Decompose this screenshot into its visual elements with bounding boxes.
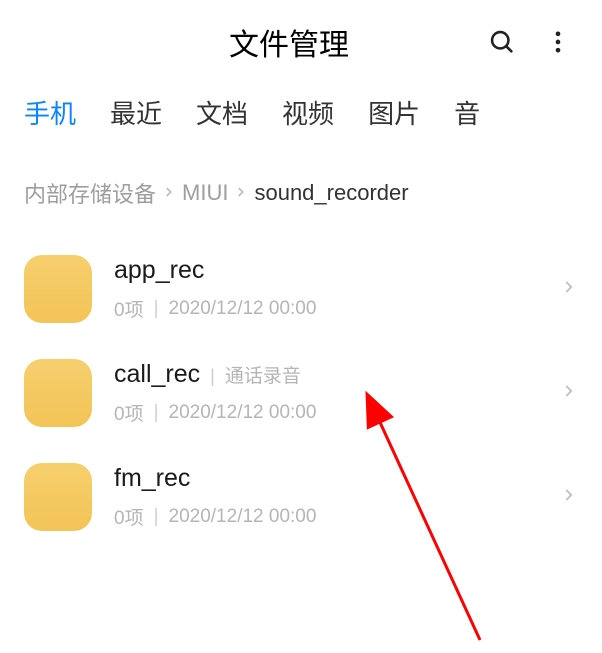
category-tabs: 手机 最近 文档 视频 图片 音 [0, 82, 602, 147]
folder-icon [24, 463, 92, 531]
chevron-right-icon [560, 486, 578, 509]
separator: | [154, 402, 159, 424]
app-header: 文件管理 [0, 0, 602, 82]
search-icon[interactable] [488, 28, 516, 56]
more-icon[interactable] [544, 28, 572, 56]
tab-audio[interactable]: 音 [454, 94, 480, 131]
folder-icon [24, 359, 92, 427]
breadcrumb-current[interactable]: sound_recorder [254, 180, 408, 206]
item-count: 0项 [114, 503, 144, 530]
file-name: fm_rec [114, 464, 190, 493]
tab-image[interactable]: 图片 [368, 94, 420, 131]
folder-icon [24, 255, 92, 323]
separator: | [210, 366, 215, 387]
item-date: 2020/12/12 00:00 [169, 298, 317, 320]
item-count: 0项 [114, 399, 144, 426]
header-actions [488, 28, 572, 56]
breadcrumb-item[interactable]: MIUI [182, 180, 228, 206]
file-subtitle: 通话录音 [225, 361, 301, 388]
breadcrumb-item[interactable]: 内部存储设备 [24, 177, 156, 209]
list-item[interactable]: app_rec 0项 | 2020/12/12 00:00 [0, 237, 602, 341]
file-info: fm_rec 0项 | 2020/12/12 00:00 [114, 464, 560, 530]
page-title: 文件管理 [90, 20, 488, 64]
list-item[interactable]: fm_rec 0项 | 2020/12/12 00:00 [0, 445, 602, 549]
item-date: 2020/12/12 00:00 [169, 506, 317, 528]
separator: | [154, 506, 159, 528]
chevron-right-icon [234, 183, 248, 204]
tab-docs[interactable]: 文档 [196, 94, 248, 131]
item-date: 2020/12/12 00:00 [169, 402, 317, 424]
file-name: app_rec [114, 256, 204, 285]
breadcrumb: 内部存储设备 MIUI sound_recorder [0, 147, 602, 233]
separator: | [154, 298, 159, 320]
tab-phone[interactable]: 手机 [24, 94, 76, 131]
list-item[interactable]: call_rec | 通话录音 0项 | 2020/12/12 00:00 [0, 341, 602, 445]
tab-video[interactable]: 视频 [282, 94, 334, 131]
file-info: call_rec | 通话录音 0项 | 2020/12/12 00:00 [114, 360, 560, 426]
tab-recent[interactable]: 最近 [110, 94, 162, 131]
item-count: 0项 [114, 295, 144, 322]
chevron-right-icon [162, 183, 176, 204]
file-name: call_rec [114, 360, 200, 389]
chevron-right-icon [560, 278, 578, 301]
file-info: app_rec 0项 | 2020/12/12 00:00 [114, 256, 560, 322]
file-list: app_rec 0项 | 2020/12/12 00:00 call_rec |… [0, 233, 602, 553]
chevron-right-icon [560, 382, 578, 405]
